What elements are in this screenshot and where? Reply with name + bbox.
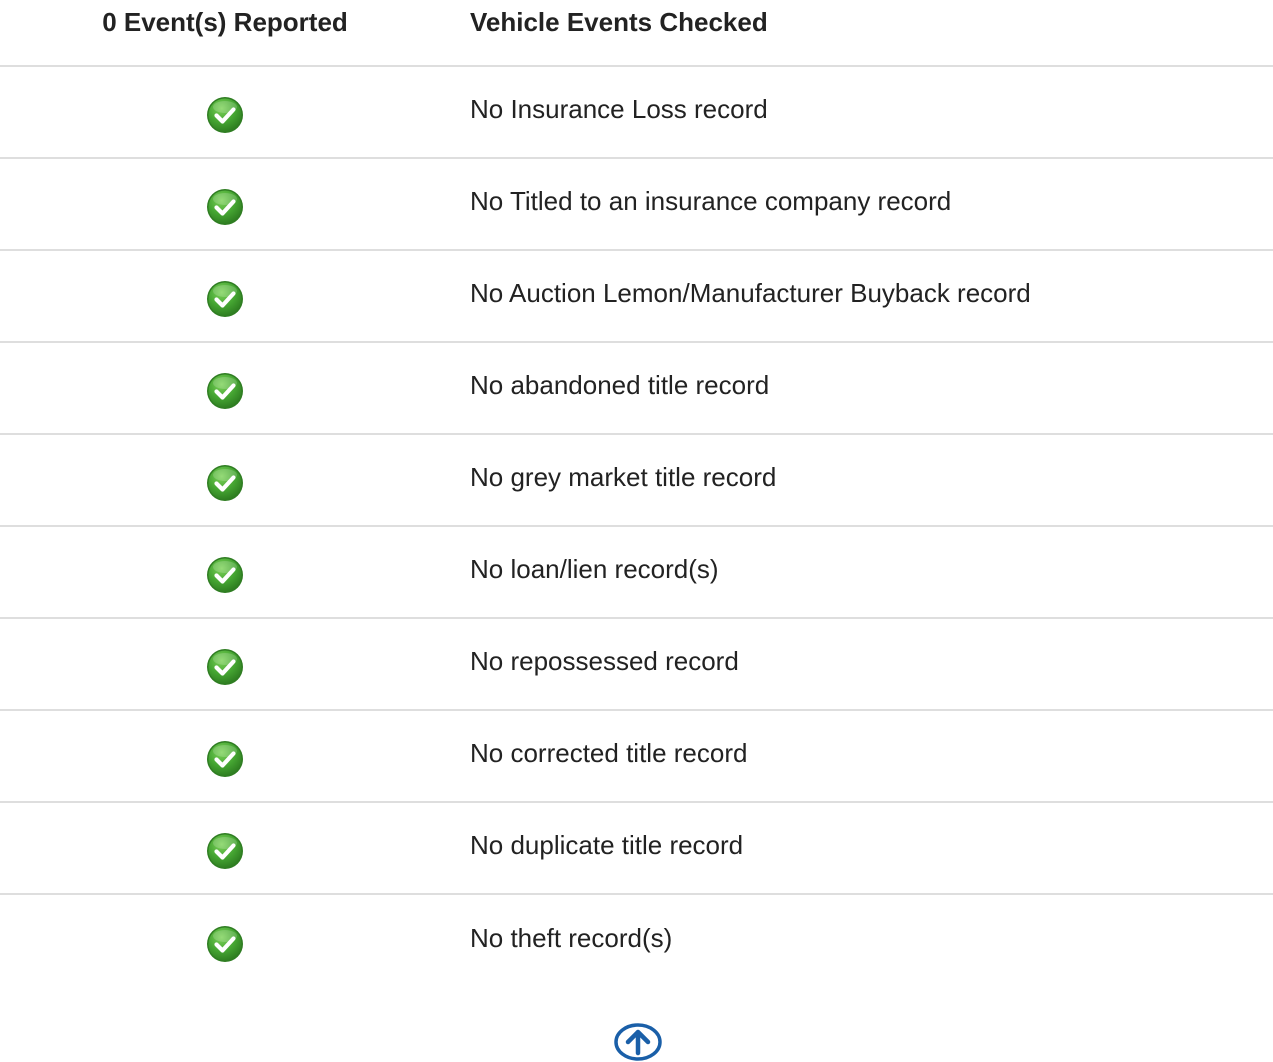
table-row: No abandoned title record (0, 343, 1273, 435)
table-header: 0 Event(s) Reported Vehicle Events Check… (0, 0, 1273, 67)
table-row: No loan/lien record(s) (0, 527, 1273, 619)
event-label: No repossessed record (470, 646, 739, 676)
green-check-icon (205, 647, 245, 687)
event-label: No theft record(s) (470, 923, 673, 953)
table-row: No duplicate title record (0, 803, 1273, 895)
status-cell (0, 918, 450, 964)
event-label: No corrected title record (470, 738, 748, 768)
status-cell (0, 549, 450, 595)
table-row: No Auction Lemon/Manufacturer Buyback re… (0, 251, 1273, 343)
table-row: No repossessed record (0, 619, 1273, 711)
green-check-icon (205, 831, 245, 871)
back-to-top-button[interactable] (613, 1022, 663, 1062)
status-cell (0, 733, 450, 779)
green-check-icon (205, 279, 245, 319)
table-row: No theft record(s) (0, 895, 1273, 987)
green-check-icon (205, 555, 245, 595)
event-label: No abandoned title record (470, 370, 770, 400)
event-label: No Insurance Loss record (470, 94, 768, 124)
event-label: No loan/lien record(s) (470, 554, 719, 584)
green-check-icon (205, 739, 245, 779)
status-cell (0, 825, 450, 871)
status-cell (0, 641, 450, 687)
events-reported-header: 0 Event(s) Reported (102, 7, 348, 37)
status-cell (0, 365, 450, 411)
green-check-icon (205, 95, 245, 135)
green-check-icon (205, 187, 245, 227)
table-row: No Insurance Loss record (0, 67, 1273, 159)
table-row: No Titled to an insurance company record (0, 159, 1273, 251)
arrow-up-circle-icon (614, 1023, 662, 1061)
event-label: No grey market title record (470, 462, 777, 492)
green-check-icon (205, 371, 245, 411)
vehicle-events-table: 0 Event(s) Reported Vehicle Events Check… (0, 0, 1273, 987)
event-label: No duplicate title record (470, 830, 744, 860)
status-cell (0, 457, 450, 503)
status-cell (0, 89, 450, 135)
green-check-icon (205, 924, 245, 964)
event-label: No Auction Lemon/Manufacturer Buyback re… (470, 278, 1031, 308)
event-label: No Titled to an insurance company record (470, 186, 952, 216)
table-row: No grey market title record (0, 435, 1273, 527)
status-cell (0, 273, 450, 319)
events-checked-header: Vehicle Events Checked (470, 7, 768, 37)
table-row: No corrected title record (0, 711, 1273, 803)
status-cell (0, 181, 450, 227)
green-check-icon (205, 463, 245, 503)
